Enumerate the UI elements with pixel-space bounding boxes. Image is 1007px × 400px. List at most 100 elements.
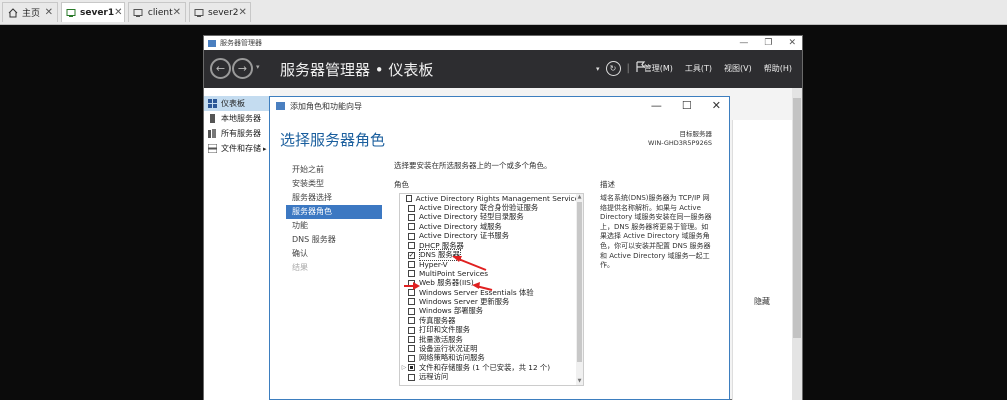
chevron-down-icon[interactable]: ▾ bbox=[596, 65, 600, 73]
wizard-app-icon bbox=[276, 102, 285, 110]
role-checkbox[interactable] bbox=[408, 270, 415, 278]
role-checkbox[interactable] bbox=[408, 336, 415, 344]
role-item[interactable]: Active Directory Rights Management Servi… bbox=[400, 194, 583, 203]
page-title: 服务器管理器 • 仪表板 bbox=[280, 61, 434, 79]
step-results: 结果 bbox=[292, 263, 308, 272]
role-item[interactable]: Active Directory 域服务 bbox=[400, 222, 583, 231]
tab-label: sever1 bbox=[80, 7, 115, 18]
menu-help[interactable]: 帮助(H) bbox=[764, 63, 792, 74]
divider: | bbox=[626, 63, 630, 74]
role-checkbox[interactable] bbox=[405, 195, 412, 203]
scroll-up-icon[interactable]: ▲ bbox=[576, 194, 583, 201]
hide-link[interactable]: 隐藏 bbox=[754, 296, 770, 307]
role-item[interactable]: Windows 部署服务 bbox=[400, 306, 583, 316]
step-server-roles[interactable]: 服务器角色 bbox=[286, 205, 382, 219]
sidebar-item-all-servers[interactable]: 所有服务器 bbox=[204, 126, 270, 141]
step-installation-type[interactable]: 安装类型 bbox=[286, 177, 382, 191]
scroll-down-icon[interactable]: ▼ bbox=[576, 378, 583, 385]
sidebar-item-label: 本地服务器 bbox=[221, 114, 261, 123]
tab-label: sever2 bbox=[208, 7, 239, 18]
vm-icon bbox=[133, 7, 144, 18]
role-checkbox[interactable] bbox=[408, 373, 415, 381]
minimize-button[interactable]: — bbox=[739, 36, 748, 50]
role-checkbox[interactable] bbox=[408, 354, 415, 362]
role-checkbox[interactable] bbox=[408, 204, 415, 212]
menu-view[interactable]: 视图(V) bbox=[724, 63, 752, 74]
role-description: 域名系统(DNS)服务器为 TCP/IP 网络提供名称解析。如果与 Active… bbox=[600, 194, 712, 270]
close-icon[interactable]: ✕ bbox=[114, 7, 122, 18]
scrollbar[interactable] bbox=[792, 88, 802, 400]
vm-tab-bar: 主页 ✕ sever1 ✕ client ✕ sever2 ✕ bbox=[0, 0, 1007, 25]
role-checkbox[interactable] bbox=[408, 307, 415, 315]
restore-button[interactable]: ❐ bbox=[764, 36, 772, 50]
role-item[interactable]: 传真服务器 bbox=[400, 316, 583, 325]
step-features[interactable]: 功能 bbox=[286, 219, 382, 233]
sidebar-item-local-server[interactable]: 本地服务器 bbox=[204, 111, 270, 126]
role-item[interactable]: 网络策略和访问服务 bbox=[400, 353, 583, 363]
close-icon[interactable]: ✕ bbox=[45, 7, 53, 18]
role-checkbox[interactable] bbox=[408, 317, 415, 325]
menu-manage[interactable]: 管理(M) bbox=[644, 63, 673, 74]
back-button[interactable]: ← bbox=[210, 58, 231, 79]
close-icon[interactable]: ✕ bbox=[173, 7, 181, 18]
target-server: 目标服务器 WIN-GHD3R5P926S bbox=[648, 130, 712, 148]
expand-icon[interactable]: ▷ bbox=[400, 364, 408, 371]
tab-client[interactable]: client ✕ bbox=[128, 2, 186, 22]
step-confirmation[interactable]: 确认 bbox=[286, 247, 382, 261]
role-checkbox[interactable] bbox=[408, 260, 415, 268]
role-item[interactable]: 批量激活服务 bbox=[400, 335, 583, 344]
history-dropdown-icon[interactable]: ▾ bbox=[256, 63, 260, 71]
role-checkbox[interactable] bbox=[408, 242, 415, 250]
roles-header: 角色 bbox=[394, 180, 409, 189]
role-checkbox[interactable] bbox=[408, 213, 415, 221]
tab-sever2[interactable]: sever2 ✕ bbox=[189, 2, 251, 22]
dashboard-panel bbox=[732, 120, 793, 400]
role-item[interactable]: Windows Server 更新服务 bbox=[400, 297, 583, 306]
step-server-selection[interactable]: 服务器选择 bbox=[286, 191, 382, 205]
role-label: Active Directory Rights Management Servi… bbox=[415, 194, 583, 204]
close-icon[interactable]: ✕ bbox=[239, 7, 247, 18]
vm-icon bbox=[194, 7, 204, 18]
chevron-right-icon: ▸ bbox=[263, 144, 267, 153]
target-server-label: 目标服务器 bbox=[679, 130, 713, 138]
roles-list-scrollbar[interactable]: ▲ ▼ bbox=[576, 194, 583, 385]
menu-tools[interactable]: 工具(T) bbox=[685, 63, 712, 74]
maximize-button[interactable]: ☐ bbox=[682, 97, 692, 115]
wizard-title: 添加角色和功能向导 bbox=[290, 101, 362, 111]
role-checkbox[interactable] bbox=[408, 345, 415, 353]
target-server-name: WIN-GHD3R5P926S bbox=[648, 139, 712, 147]
role-checkbox[interactable] bbox=[408, 364, 415, 372]
description-header: 描述 bbox=[600, 180, 615, 189]
tab-label: client bbox=[147, 7, 173, 18]
close-button[interactable]: ✕ bbox=[788, 36, 796, 50]
wizard-step-nav: 开始之前 安装类型 服务器选择 服务器角色 功能 DNS 服务器 确认 结果 bbox=[286, 163, 382, 275]
forward-button[interactable]: → bbox=[232, 58, 253, 79]
role-item[interactable]: 设备运行状况证明 bbox=[400, 344, 583, 353]
tab-label: 主页 bbox=[22, 9, 41, 19]
server-manager-sidebar: 仪表板 本地服务器 所有服务器 文件和存储 ▸ bbox=[204, 88, 270, 400]
dashboard-icon bbox=[208, 99, 217, 108]
tab-sever1[interactable]: sever1 ✕ bbox=[61, 2, 125, 22]
role-item[interactable]: Active Directory 证书服务 bbox=[400, 231, 583, 241]
role-label: 远程访问 bbox=[419, 372, 449, 382]
server-manager-header: ← → ▾ 服务器管理器 • 仪表板 ▾ ↻ | 管理(M) 工具(T) 视图(… bbox=[204, 50, 802, 88]
sidebar-item-file-storage[interactable]: 文件和存储 ▸ bbox=[204, 141, 270, 156]
role-checkbox[interactable] bbox=[408, 223, 415, 231]
role-checkbox[interactable] bbox=[408, 232, 415, 240]
role-item[interactable]: 打印和文件服务 bbox=[400, 325, 583, 334]
step-dns-server[interactable]: DNS 服务器 bbox=[286, 233, 382, 247]
role-checkbox[interactable] bbox=[408, 326, 415, 334]
home-icon bbox=[7, 7, 18, 18]
minimize-button[interactable]: — bbox=[651, 97, 662, 115]
role-item[interactable]: Active Directory 轻型目录服务 bbox=[400, 212, 583, 222]
step-before-you-begin[interactable]: 开始之前 bbox=[286, 163, 382, 177]
role-item[interactable]: 远程访问 bbox=[400, 372, 583, 381]
role-item[interactable]: Active Directory 联合身份验证服务 bbox=[400, 203, 583, 212]
tab-home[interactable]: 主页 ✕ bbox=[2, 2, 58, 22]
sidebar-item-dashboard[interactable]: 仪表板 bbox=[204, 96, 270, 111]
refresh-icon[interactable]: ↻ bbox=[605, 61, 621, 76]
close-button[interactable]: ✕ bbox=[712, 97, 721, 115]
role-checkbox[interactable] bbox=[408, 298, 415, 306]
role-item[interactable]: ▷ 文件和存储服务 (1 个已安装，共 12 个) bbox=[400, 363, 583, 372]
role-checkbox[interactable]: ✓ bbox=[408, 251, 415, 259]
